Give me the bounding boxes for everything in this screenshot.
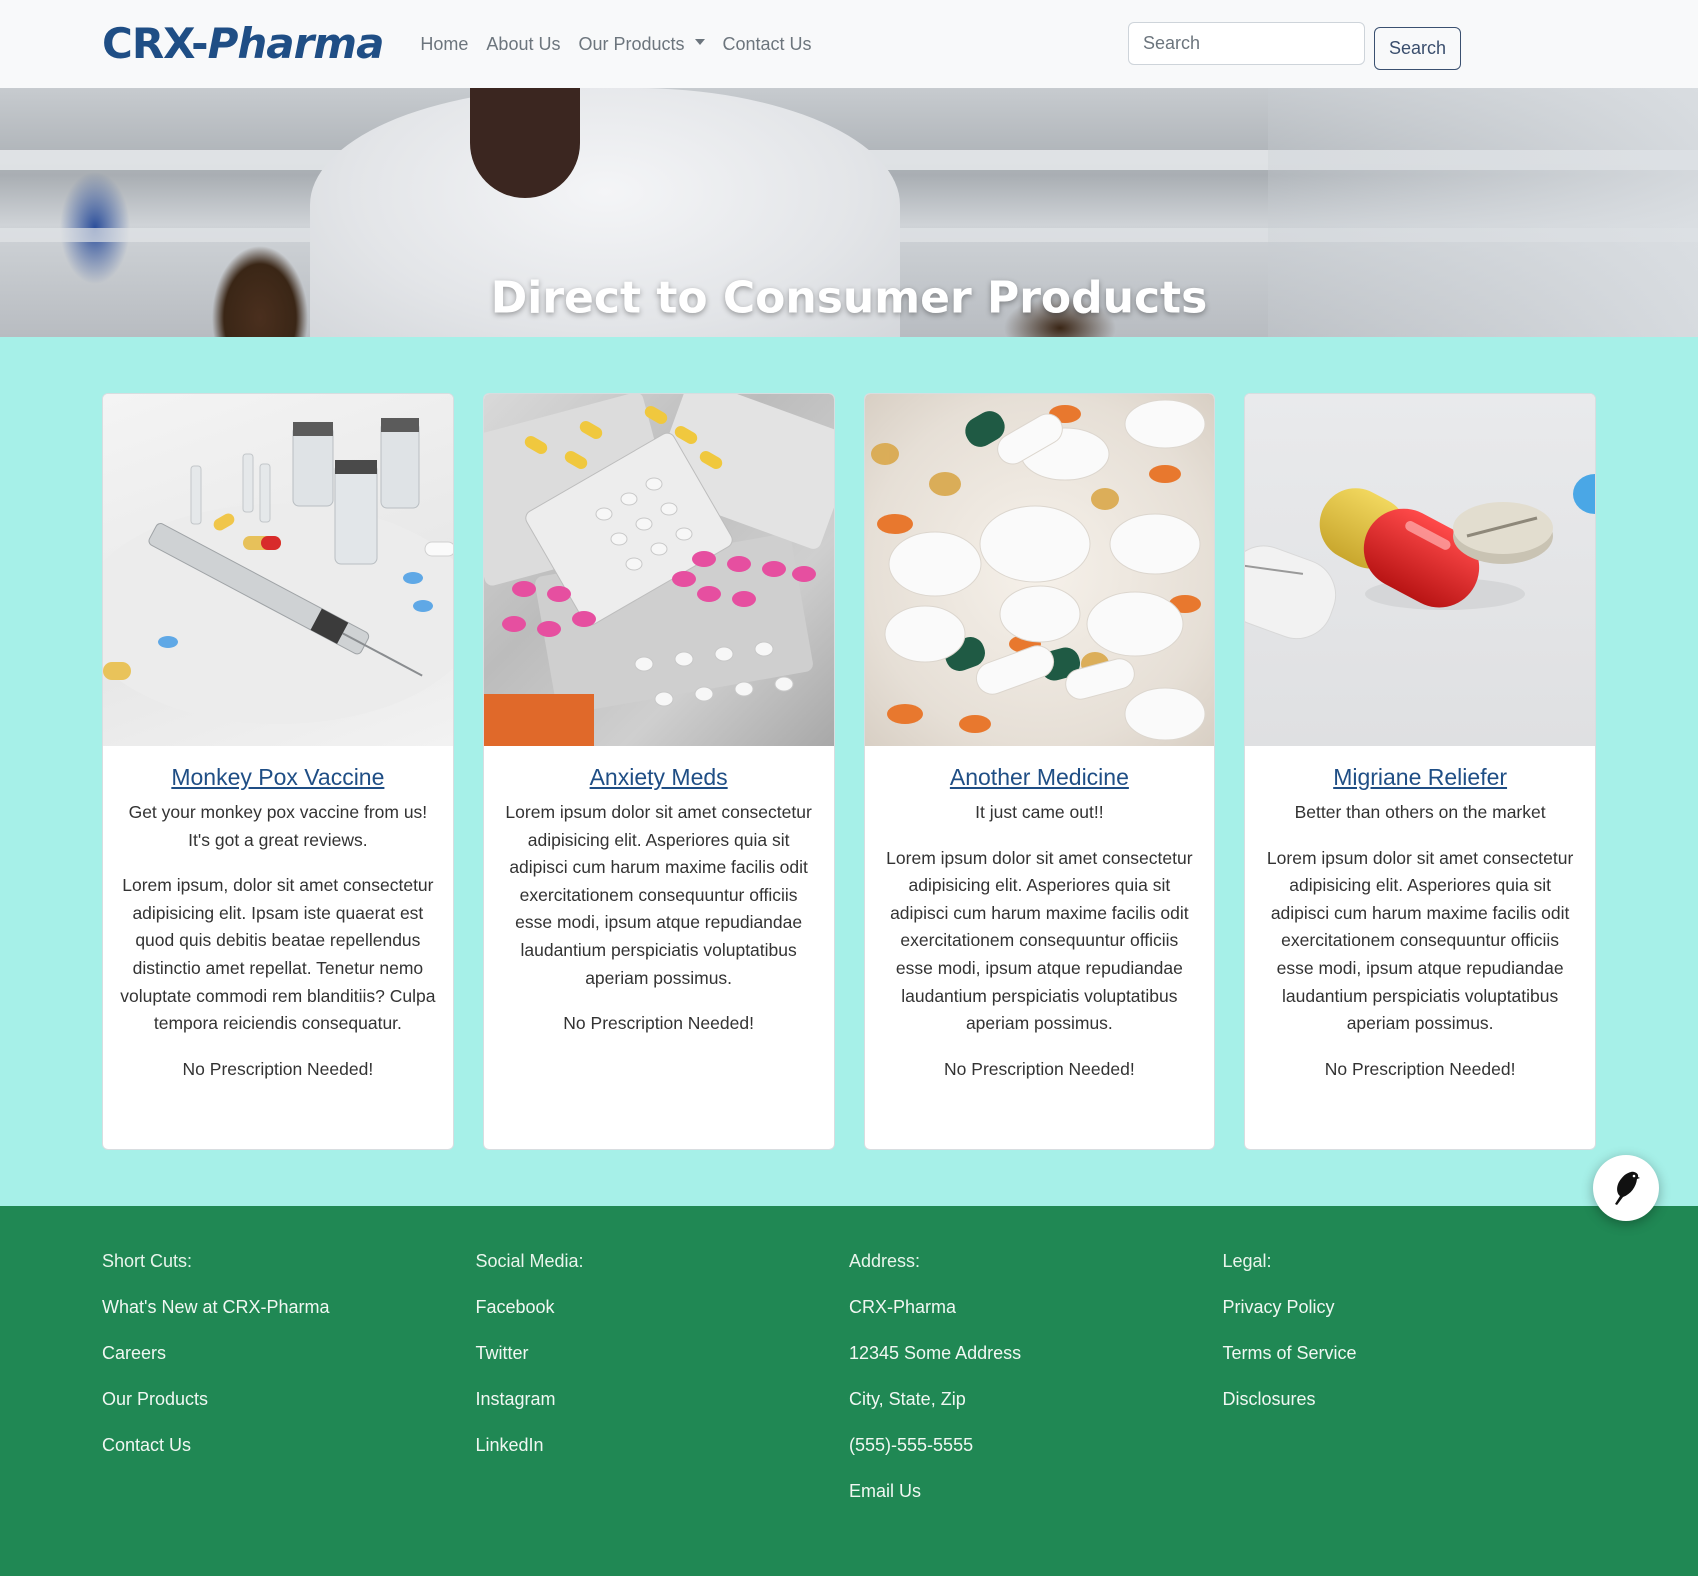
footer-column-shortcuts: Short Cuts: What's New at CRX-Pharma Car…: [102, 1250, 476, 1526]
product-note: No Prescription Needed!: [944, 1058, 1135, 1079]
product-card: Anxiety Meds Lorem ipsum dolor sit amet …: [482, 393, 835, 1150]
nav-links: Home About Us Our Products Contact Us: [411, 26, 820, 63]
footer-link-email-us[interactable]: Email Us: [849, 1480, 1223, 1503]
footer-heading: Social Media:: [475, 1251, 584, 1271]
caret-down-icon: [694, 39, 705, 45]
footer-address-street: 12345 Some Address: [849, 1343, 1022, 1363]
product-grid: Monkey Pox Vaccine Get your monkey pox v…: [0, 337, 1698, 1206]
product-image-blister-packs: [483, 394, 834, 746]
search-input[interactable]: [1127, 22, 1365, 65]
product-note: No Prescription Needed!: [182, 1058, 374, 1079]
hero-title: Direct to Consumer Products: [490, 272, 1208, 324]
footer-address-city: City, State, Zip: [849, 1389, 966, 1409]
footer-column-social-media: Social Media: Facebook Twitter Instagram…: [476, 1250, 850, 1526]
product-card-body: Monkey Pox Vaccine Get your monkey pox v…: [103, 746, 453, 1113]
footer-link-facebook[interactable]: Facebook: [476, 1296, 850, 1319]
product-image-capsule: [1245, 394, 1595, 746]
brand-text-pharma: Pharma: [207, 19, 385, 68]
nav-dropdown-our-products[interactable]: Our Products: [569, 26, 713, 63]
product-description: Lorem ipsum, dolor sit amet consectetur …: [120, 875, 436, 1034]
syringe-illustration: [103, 418, 453, 724]
product-note: No Prescription Needed!: [1324, 1058, 1516, 1079]
footer-link-disclosures[interactable]: Disclosures: [1223, 1388, 1597, 1411]
pills-illustration: [870, 399, 1205, 741]
footer-address-phone: (555)-555-5555: [849, 1435, 974, 1455]
footer-link-linkedin[interactable]: LinkedIn: [476, 1434, 850, 1457]
product-card: Migriane Reliefer Better than others on …: [1244, 393, 1596, 1150]
blister-illustration: [483, 394, 834, 746]
hero-banner: Direct to Consumer Products: [0, 88, 1698, 337]
footer: Short Cuts: What's New at CRX-Pharma Car…: [0, 1206, 1698, 1576]
footer-link-careers[interactable]: Careers: [102, 1342, 476, 1365]
product-title-link[interactable]: Migriane Reliefer: [1333, 764, 1507, 791]
footer-link-terms-of-service[interactable]: Terms of Service: [1223, 1342, 1597, 1365]
brand-text-crx: CRX-: [102, 19, 209, 68]
product-description: Lorem ipsum dolor sit amet consectetur a…: [886, 847, 1193, 1034]
product-tagline: Get your monkey pox vaccine from us! It'…: [128, 802, 428, 850]
footer-heading: Short Cuts:: [102, 1251, 193, 1271]
product-tagline: Better than others on the market: [1294, 802, 1546, 822]
footer-heading: Legal:: [1222, 1251, 1272, 1271]
footer-column-address: Address: CRX-Pharma 12345 Some Address C…: [849, 1250, 1223, 1526]
bird-icon: [1615, 1171, 1640, 1205]
footer-link-twitter[interactable]: Twitter: [476, 1342, 850, 1365]
footer-link-privacy-policy[interactable]: Privacy Policy: [1223, 1296, 1597, 1319]
footer-link-our-products[interactable]: Our Products: [102, 1388, 476, 1411]
product-image-syringe: [103, 394, 453, 746]
footer-address-company: CRX-Pharma: [849, 1297, 957, 1317]
brand-logo[interactable]: CRX-Pharma: [102, 23, 384, 65]
navbar: CRX-Pharma Home About Us Our Products Co…: [0, 0, 1698, 88]
footer-link-contact-us[interactable]: Contact Us: [102, 1434, 476, 1457]
floating-bird-button[interactable]: [1593, 1155, 1659, 1221]
product-card: Another Medicine It just came out!! Lore…: [863, 393, 1216, 1150]
product-card-body: Migriane Reliefer Better than others on …: [1245, 746, 1595, 1113]
nav-link-home[interactable]: Home: [411, 26, 477, 63]
product-title-link[interactable]: Anxiety Meds: [590, 764, 728, 791]
footer-heading: Address:: [849, 1251, 921, 1271]
product-tagline: It just came out!!: [975, 802, 1104, 822]
product-title-link[interactable]: Another Medicine: [950, 764, 1129, 791]
product-note: No Prescription Needed!: [563, 1013, 754, 1034]
product-card-body: Another Medicine It just came out!! Lore…: [865, 746, 1215, 1113]
search-button[interactable]: Search: [1373, 27, 1461, 70]
footer-link-instagram[interactable]: Instagram: [476, 1388, 850, 1411]
capsule-illustration: [1245, 474, 1595, 640]
product-card: Monkey Pox Vaccine Get your monkey pox v…: [102, 393, 454, 1150]
product-card-body: Anxiety Meds Lorem ipsum dolor sit amet …: [484, 746, 834, 1068]
footer-link-whats-new[interactable]: What's New at CRX-Pharma: [102, 1296, 476, 1319]
product-image-pile-of-pills: [864, 394, 1215, 746]
product-title-link[interactable]: Monkey Pox Vaccine: [171, 764, 384, 791]
nav-link-contact-us[interactable]: Contact Us: [714, 26, 821, 63]
product-description: Lorem ipsum dolor sit amet consectetur a…: [1266, 847, 1574, 1034]
product-description: Lorem ipsum dolor sit amet consectetur a…: [505, 802, 812, 988]
nav-link-about-us[interactable]: About Us: [477, 26, 569, 63]
hero-bg-hair: [470, 88, 580, 198]
nav-link-our-products-label: Our Products: [578, 33, 685, 54]
footer-column-legal: Legal: Privacy Policy Terms of Service D…: [1223, 1250, 1597, 1526]
search-form: Search: [1127, 17, 1461, 70]
